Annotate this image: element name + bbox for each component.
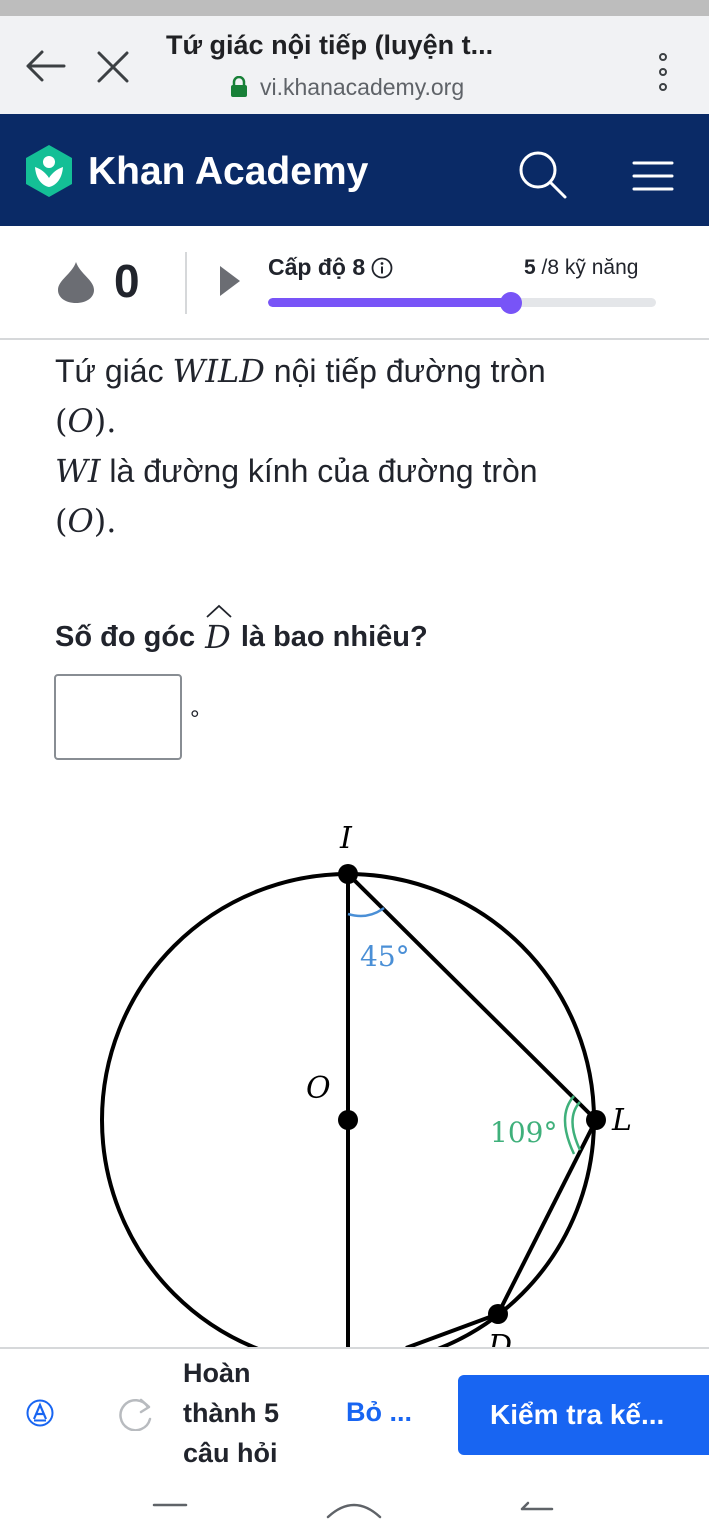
level-text: Cấp độ 8: [268, 254, 366, 280]
brand-name[interactable]: Khan Academy: [88, 150, 368, 194]
label-i: I: [339, 821, 353, 856]
quad-name: WILD: [172, 352, 265, 390]
circle-name-2: (O).: [55, 502, 117, 540]
point-l: [586, 1110, 606, 1130]
text-fragment: Tứ giác: [55, 353, 173, 389]
completion-status: Hoàn thành 5 câu hỏi: [183, 1358, 280, 1468]
progress-knob: [499, 292, 522, 314]
page-title: Tứ giác nội tiếp (luyện t...: [166, 30, 494, 60]
url-bar[interactable]: vi.khanacademy.org: [230, 74, 464, 100]
info-icon[interactable]: [371, 257, 393, 279]
segment-name: WI: [55, 452, 101, 490]
question-line-2: WI là đường kính của đường tròn: [55, 446, 675, 496]
answer-input[interactable]: [54, 674, 182, 760]
angle-arc-l-inner: [571, 1101, 582, 1151]
hat-accent-icon: [206, 604, 232, 618]
angle-label-i: 45°: [360, 940, 410, 973]
prompt-text: Số đo góc: [55, 620, 196, 653]
system-status-strip: [0, 0, 709, 16]
skip-button[interactable]: Bỏ ...: [346, 1397, 412, 1428]
progress-track: [268, 298, 656, 307]
khan-logo-icon[interactable]: [22, 144, 76, 198]
exercise-footer: Hoàn thành 5 câu hỏi Bỏ ... Kiểm tra kế.…: [0, 1347, 709, 1475]
angle-symbol: D: [205, 604, 232, 656]
question-text: Tứ giác WILD nội tiếp đường tròn (O). WI…: [55, 346, 675, 546]
circle-name: (O).: [55, 402, 117, 440]
angle-arc-i: [347, 906, 385, 918]
search-icon[interactable]: [516, 148, 568, 200]
redo-icon[interactable]: [114, 1397, 156, 1431]
hamburger-menu-icon[interactable]: [632, 160, 674, 192]
angle-letter: D: [205, 618, 231, 656]
point-d: [488, 1304, 508, 1324]
lock-icon: [231, 76, 247, 97]
degree-unit: °: [190, 706, 200, 733]
level-label[interactable]: Cấp độ 8: [268, 254, 393, 281]
text-fragment: nội tiếp đường tròn: [264, 353, 546, 389]
mastery-progress-bar: 0 Cấp độ 8 5 /8 kỹ năng: [0, 226, 709, 340]
point-o: [338, 1110, 358, 1130]
skills-count: 5 /8 kỹ năng: [524, 256, 638, 280]
prompt-text: là bao nhiêu?: [240, 620, 428, 653]
streak-count: 0: [114, 255, 140, 307]
accessibility-icon[interactable]: [26, 1399, 54, 1427]
text-fragment: là đường kính của đường tròn: [100, 453, 538, 489]
play-triangle-icon[interactable]: [218, 264, 242, 298]
progress-fill: [268, 298, 511, 307]
skills-total: /8 kỹ năng: [541, 256, 639, 279]
back-nav-icon[interactable]: [516, 1499, 556, 1519]
angle-label-l: 109°: [490, 1116, 557, 1149]
divider: [185, 252, 187, 314]
geometry-figure: I O L D 45° 109°: [0, 800, 709, 1348]
streak-flame-icon: [58, 262, 94, 303]
chord-ld: [496, 1119, 598, 1315]
question-prompt: Số đo góc D là bao nhiêu?: [55, 604, 428, 656]
site-header: Khan Academy: [0, 114, 709, 226]
recent-apps-icon[interactable]: [150, 1501, 190, 1511]
point-i: [338, 864, 358, 884]
home-icon[interactable]: [324, 1499, 384, 1519]
label-l: L: [611, 1103, 632, 1138]
skills-done: 5: [524, 256, 536, 279]
system-nav-bar: [0, 1475, 709, 1521]
kebab-menu-icon[interactable]: [656, 52, 670, 92]
browser-toolbar: Tứ giác nội tiếp (luyện t... vi.khanacad…: [0, 16, 709, 114]
close-icon[interactable]: [96, 50, 130, 84]
label-o: O: [306, 1071, 331, 1106]
check-next-button[interactable]: Kiểm tra kế...: [458, 1375, 709, 1455]
back-arrow-icon[interactable]: [24, 48, 66, 84]
label-d: D: [487, 1329, 512, 1348]
question-line-1: Tứ giác WILD nội tiếp đường tròn: [55, 346, 675, 396]
url-text: vi.khanacademy.org: [260, 73, 465, 100]
